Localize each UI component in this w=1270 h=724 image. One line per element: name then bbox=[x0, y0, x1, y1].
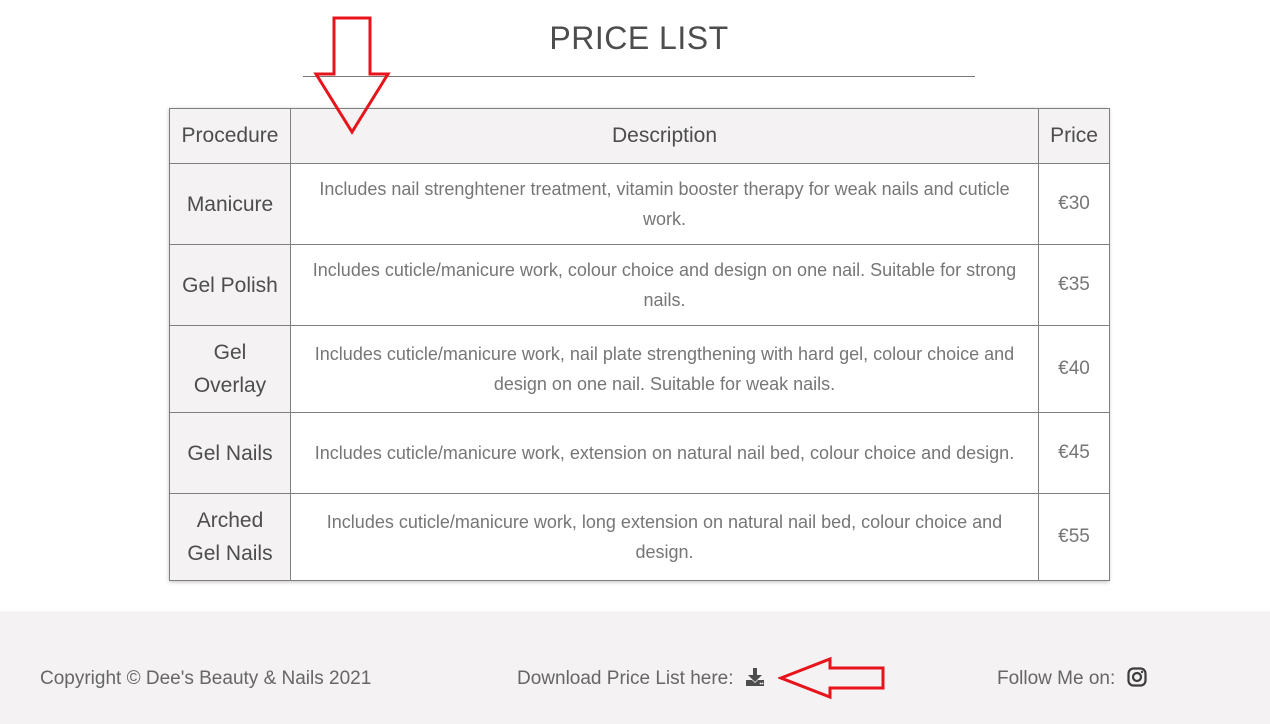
follow-me: Follow Me on: bbox=[997, 667, 1147, 694]
procedure-cell: Gel Nails bbox=[169, 412, 291, 494]
procedure-cell: Arched Gel Nails bbox=[169, 493, 291, 581]
table-row: Gel Polish Includes cuticle/manicure wor… bbox=[169, 244, 1110, 326]
price-cell: €30 bbox=[1038, 163, 1110, 245]
procedure-cell: Manicure bbox=[169, 163, 291, 245]
column-header-description: Description bbox=[290, 108, 1039, 164]
title-divider bbox=[303, 76, 975, 77]
description-cell: Includes nail strenghtener treatment, vi… bbox=[290, 163, 1039, 245]
table-row: Gel Overlay Includes cuticle/manicure wo… bbox=[169, 325, 1110, 413]
price-cell: €40 bbox=[1038, 325, 1110, 413]
price-cell: €45 bbox=[1038, 412, 1110, 494]
procedure-cell: Gel Polish bbox=[169, 244, 291, 326]
column-header-procedure: Procedure bbox=[169, 108, 291, 164]
download-icon[interactable] bbox=[745, 667, 765, 694]
price-table-container: Procedure Description Price Manicure Inc… bbox=[169, 108, 1110, 581]
table-row: Arched Gel Nails Includes cuticle/manicu… bbox=[169, 493, 1110, 581]
price-cell: €35 bbox=[1038, 244, 1110, 326]
table-row: Gel Nails Includes cuticle/manicure work… bbox=[169, 412, 1110, 494]
description-cell: Includes cuticle/manicure work, colour c… bbox=[290, 244, 1039, 326]
procedure-cell: Gel Overlay bbox=[169, 325, 291, 413]
price-cell: €55 bbox=[1038, 493, 1110, 581]
price-table: Procedure Description Price Manicure Inc… bbox=[169, 108, 1110, 581]
description-cell: Includes cuticle/manicure work, extensio… bbox=[290, 412, 1039, 494]
copyright-text: Copyright © Dee's Beauty & Nails 2021 bbox=[40, 668, 372, 689]
description-cell: Includes cuticle/manicure work, nail pla… bbox=[290, 325, 1039, 413]
download-price-list: Download Price List here: bbox=[517, 667, 765, 694]
table-header-row: Procedure Description Price bbox=[169, 108, 1110, 164]
table-row: Manicure Includes nail strenghtener trea… bbox=[169, 163, 1110, 245]
column-header-price: Price bbox=[1038, 108, 1110, 164]
description-cell: Includes cuticle/manicure work, long ext… bbox=[290, 493, 1039, 581]
download-label: Download Price List here: bbox=[517, 668, 734, 689]
follow-label: Follow Me on: bbox=[997, 668, 1116, 689]
instagram-icon[interactable] bbox=[1126, 667, 1147, 694]
page-title: PRICE LIST bbox=[549, 20, 729, 56]
